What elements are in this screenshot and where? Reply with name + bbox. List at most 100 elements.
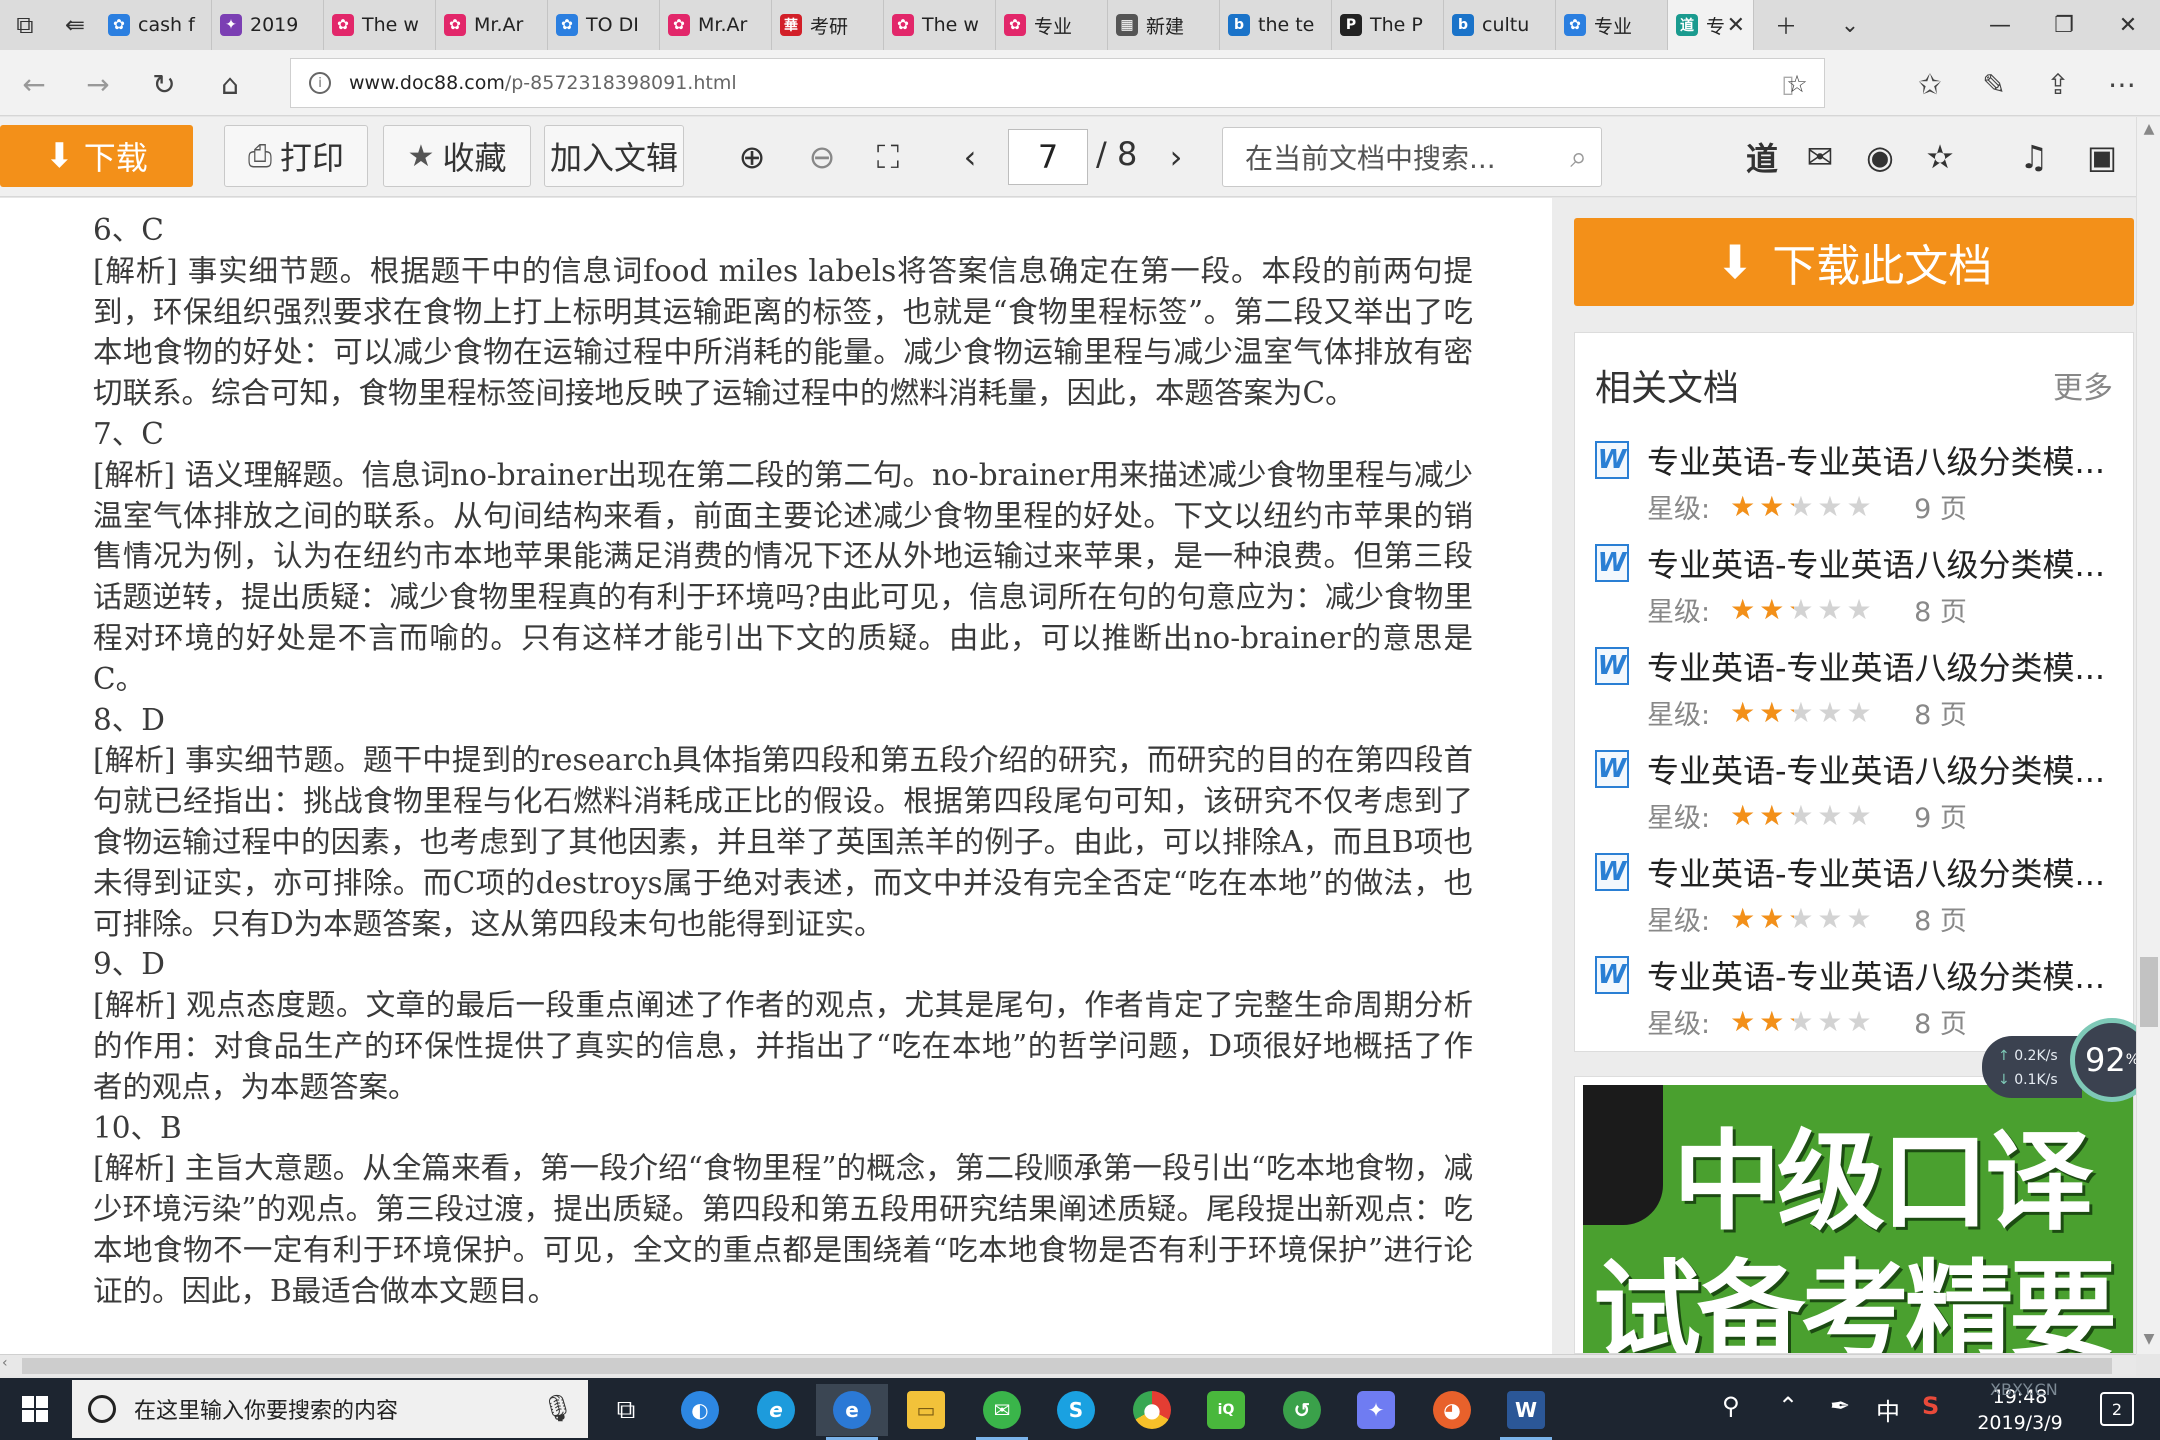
horizontal-scrollbar[interactable]: ‹ [0, 1354, 2136, 1376]
related-document-title[interactable]: 专业英语-专业英语八级分类模... [1647, 849, 2125, 895]
browser-tab[interactable]: ✿ Mr.Ar [660, 0, 772, 50]
more-menu-icon[interactable]: ⋯ [2102, 64, 2142, 104]
related-document-title[interactable]: 专业英语-专业英语八级分类模... [1647, 746, 2125, 792]
favorite-button[interactable]: ★ 收藏 [383, 125, 531, 187]
related-document-item[interactable]: W 专业英语-专业英语八级分类模... 星级: ★★★★★★★★★★ 8 页 [1595, 540, 2125, 640]
search-icon[interactable]: ⌕ [1570, 140, 1587, 175]
microphone-icon[interactable]: 🎙 [541, 1394, 574, 1424]
start-button[interactable] [0, 1378, 70, 1440]
browser-tab[interactable]: ✿ 专业 [1556, 0, 1668, 50]
browser-tab[interactable]: ▦ 新建 [1108, 0, 1220, 50]
fullscreen-icon[interactable]: ⛶ [864, 133, 912, 181]
print-button[interactable]: ⎙ 打印 [224, 125, 368, 187]
favorites-hub-icon[interactable]: ✩ [1910, 64, 1950, 104]
browser-tab[interactable]: 華考研 [772, 0, 884, 50]
refresh-icon[interactable]: ↻ [144, 64, 184, 104]
browser-tab[interactable]: 道专 ✕ [1668, 0, 1754, 50]
message-icon[interactable]: ▣ [2078, 133, 2126, 181]
related-document-title[interactable]: 专业英语-专业英语八级分类模... [1647, 540, 2125, 586]
related-document-item[interactable]: W 专业英语-专业英语八级分类模... 星级: ★★★★★★★★★★ 9 页 [1595, 746, 2125, 846]
scroll-down-icon[interactable]: ▼ [2137, 1327, 2160, 1351]
taskbar-app-feishu-icon[interactable]: ✦ [1340, 1384, 1412, 1436]
sogou-ime-icon[interactable]: S [1922, 1392, 1939, 1420]
set-aside-tabs-icon[interactable]: ⇚ [50, 0, 100, 50]
scroll-left-icon[interactable]: ‹ [2, 1355, 8, 1371]
document-search-input[interactable]: 在当前文档中搜索... ⌕ [1222, 127, 1602, 187]
taskbar-app-sogou-icon[interactable]: ◐ [664, 1384, 736, 1436]
close-tab-icon[interactable]: ✕ [1727, 13, 1745, 38]
taskbar-app-chrome-icon[interactable]: ● [1116, 1384, 1188, 1436]
new-tab-button[interactable]: ＋ [1754, 0, 1818, 50]
action-center-icon[interactable]: 2 [2100, 1392, 2134, 1426]
notes-pen-icon[interactable]: ✎ [1974, 64, 2014, 104]
next-page-icon[interactable]: › [1152, 133, 1200, 181]
close-window-button[interactable]: ✕ [2096, 0, 2160, 50]
related-document-item[interactable]: W 专业英语-专业英语八级分类模... 星级: ★★★★★★★★★★ 8 页 [1595, 849, 2125, 949]
favorite-star-icon[interactable]: ☆ [1780, 67, 1814, 101]
browser-tab[interactable]: ✿ TO DI [548, 0, 660, 50]
taskbar-app-ie-icon[interactable]: e [740, 1384, 812, 1436]
notification-bell-icon[interactable]: ♫ [2010, 133, 2058, 181]
prev-page-icon[interactable]: ‹ [946, 133, 994, 181]
weibo-share-icon[interactable]: ◉ [1856, 133, 1904, 181]
taskbar-app-360-icon[interactable]: ↺ [1266, 1384, 1338, 1436]
people-icon[interactable]: ⚲ [1722, 1392, 1740, 1420]
related-document-title[interactable]: 专业英语-专业英语八级分类模... [1647, 643, 2125, 689]
wechat-share-icon[interactable]: ✉ [1796, 133, 1844, 181]
address-bar[interactable]: i www.doc88.com/p-8572318398091.html ▯ ☆ [290, 58, 1825, 108]
home-icon[interactable]: ⌂ [210, 64, 250, 104]
related-document-item[interactable]: W 专业英语-专业英语八级分类模... 星级: ★★★★★★★★★★ 8 页 [1595, 643, 2125, 743]
taskbar-search-box[interactable]: 在这里输入你要搜索的内容 🎙 [72, 1380, 588, 1438]
browser-tab[interactable]: ✦ 2019 [212, 0, 324, 50]
browser-tab[interactable]: ✿ cash f [100, 0, 212, 50]
share-icon[interactable]: ⇪ [2038, 64, 2078, 104]
vertical-scroll-thumb[interactable] [2140, 957, 2158, 1027]
browser-tab[interactable]: ✿ The w [884, 0, 996, 50]
browser-tab[interactable]: ✿ Mr.Ar [436, 0, 548, 50]
page-number-input[interactable]: 7 [1008, 129, 1088, 185]
zoom-out-icon[interactable]: ⊖ [798, 133, 846, 181]
related-document-title[interactable]: 专业英语-专业英语八级分类模... [1647, 952, 2125, 998]
taskbar-app-wechat-icon[interactable]: ✉ [966, 1384, 1038, 1440]
taskbar-app-iqiyi-icon[interactable]: iQ [1190, 1384, 1262, 1436]
browser-tab[interactable]: ✿ The w [324, 0, 436, 50]
vertical-scrollbar[interactable]: ▲ ▼ [2136, 117, 2160, 1354]
browser-tab[interactable]: P The P [1332, 0, 1444, 50]
taskbar-app-word-icon[interactable]: W [1490, 1384, 1562, 1440]
tab-list-dropdown-icon[interactable]: ⌄ [1818, 0, 1882, 50]
download-document-button[interactable]: ⬇ 下载此文档 [1574, 218, 2134, 306]
add-to-album-button[interactable]: 加入文辑 [544, 125, 684, 187]
taskbar-app-edge-icon[interactable]: e [816, 1384, 888, 1440]
document-page: 6、C [解析] 事实细节题。根据题干中的信息词food miles labels… [0, 198, 1552, 1354]
related-document-item[interactable]: W 专业英语-专业英语八级分类模... 星级: ★★★★★★★★★★ 9 页 [1595, 437, 2125, 537]
more-link[interactable]: 更多 [2053, 363, 2113, 407]
taskbar-app-skype-icon[interactable]: S [1040, 1384, 1112, 1436]
forward-icon[interactable]: → [78, 64, 118, 104]
scroll-up-icon[interactable]: ▲ [2137, 117, 2160, 141]
star-share-icon[interactable]: ✫ [1916, 133, 1964, 181]
taskbar-app-firefox-icon[interactable]: ◕ [1416, 1384, 1488, 1436]
word-doc-icon: W [1595, 647, 1629, 685]
tab-preview-icon[interactable]: ⧉ [0, 0, 50, 50]
zoom-in-icon[interactable]: ⊕ [728, 133, 776, 181]
site-info-icon[interactable]: i [309, 72, 331, 94]
page-total: / 8 [1096, 135, 1138, 173]
restore-button[interactable]: ❐ [2032, 0, 2096, 50]
download-button[interactable]: ⬇ 下载 [0, 125, 193, 187]
browser-tab[interactable]: b the te [1220, 0, 1332, 50]
minimize-button[interactable]: — [1968, 0, 2032, 50]
horizontal-scroll-thumb[interactable] [22, 1358, 2112, 1374]
ad-banner[interactable]: 中级口译 试备考精要 [1574, 1076, 2134, 1354]
back-icon[interactable]: ← [14, 64, 54, 104]
network-monitor-widget[interactable]: ↑ 0.2K/s ↓ 0.1K/s 92% [1982, 1018, 2154, 1108]
task-view-icon[interactable]: ⧉ [590, 1384, 662, 1436]
taskbar-app-explorer-icon[interactable]: ▭ [890, 1384, 962, 1436]
pen-workspace-icon[interactable]: ✒ [1830, 1392, 1850, 1420]
related-document-title[interactable]: 专业英语-专业英语八级分类模... [1647, 437, 2125, 483]
doc88-logo-icon[interactable]: 道 [1738, 133, 1786, 181]
tray-expand-icon[interactable]: ⌃ [1778, 1392, 1798, 1420]
browser-tab[interactable]: ✿ 专业 [996, 0, 1108, 50]
url-text[interactable]: www.doc88.com/p-8572318398091.html [349, 72, 737, 94]
ime-indicator[interactable]: 中 [1876, 1392, 1900, 1427]
browser-tab[interactable]: b cultu [1444, 0, 1556, 50]
